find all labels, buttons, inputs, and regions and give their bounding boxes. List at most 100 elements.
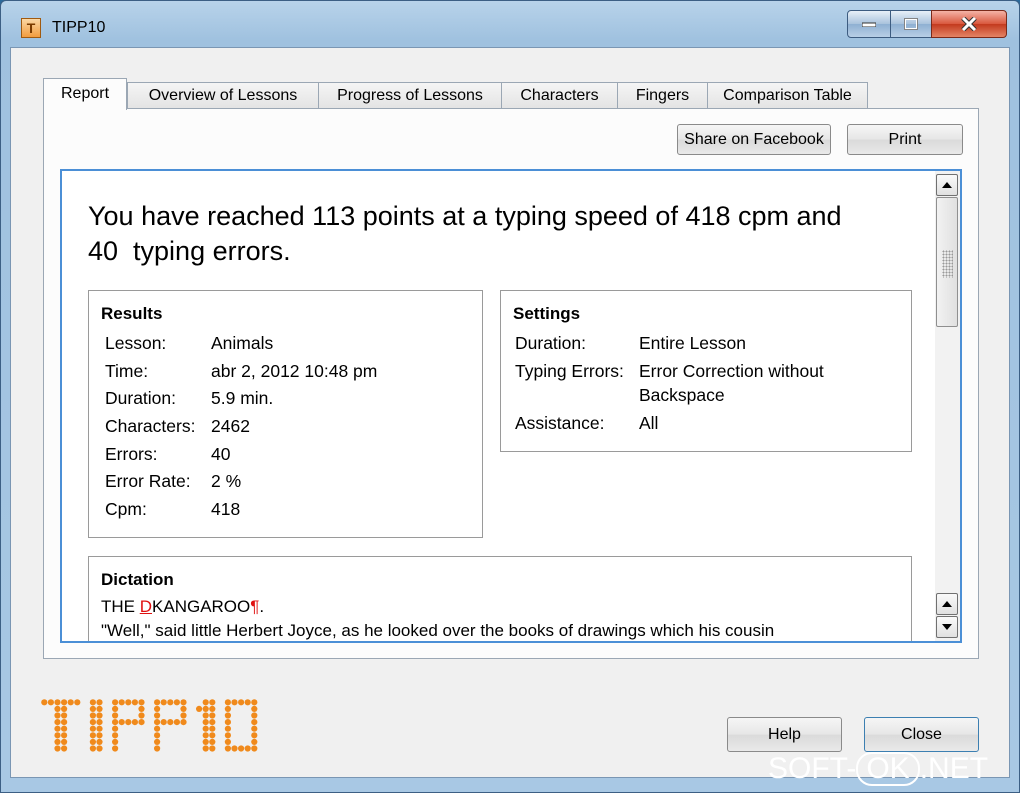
logo-dot (202, 719, 209, 726)
logo-dot (125, 719, 132, 726)
tab-progress-of-lessons[interactable]: Progress of Lessons (318, 82, 502, 109)
report-view[interactable]: You have reached 113 points at a typing … (60, 169, 962, 643)
logo-dot (251, 699, 258, 706)
scroll-thumb[interactable] (936, 197, 958, 327)
headline-line-1: You have reached 113 points at a typing … (88, 201, 842, 231)
close-window-button[interactable] (931, 10, 1007, 38)
logo-dot (209, 745, 216, 752)
dictation-text: KANGAROO (152, 597, 251, 616)
logo-dot (54, 732, 61, 739)
tipp10-logo (41, 699, 303, 760)
report-scrollbar[interactable] (935, 171, 960, 641)
logo-dot (112, 745, 119, 752)
print-button[interactable]: Print (847, 124, 963, 155)
logo-dot (61, 738, 68, 745)
scroll-up-button-lower[interactable] (936, 593, 958, 615)
logo-dot (138, 719, 145, 726)
logo-dot (251, 725, 258, 732)
logo-dot (118, 699, 125, 706)
tab-fingers[interactable]: Fingers (617, 82, 708, 109)
logo-dot (96, 738, 103, 745)
logo-dot (251, 705, 258, 712)
settings-label-assistance: Assistance: (515, 413, 605, 433)
results-label-cpm: Cpm: (105, 499, 147, 519)
headline-line-2: 40 typing errors. (88, 236, 291, 266)
dictation-error-char: D (139, 597, 153, 616)
dictation-box: Dictation THE DKANGAROO¶. "Well," said l… (88, 556, 912, 641)
logo-dot (89, 699, 96, 706)
help-button[interactable]: Help (727, 717, 842, 752)
scroll-down-button[interactable] (936, 616, 958, 638)
logo-dot (251, 732, 258, 739)
logo-dot (138, 699, 145, 706)
logo-dot (209, 725, 216, 732)
logo-dot (202, 732, 209, 739)
watermark: SOFT- OK .NET (768, 752, 988, 786)
dictation-line-2: "Well," said little Herbert Joyce, as he… (101, 621, 775, 640)
watermark-ok-badge: OK (856, 752, 920, 786)
logo-dot (251, 719, 258, 726)
logo-dot (54, 738, 61, 745)
logo-dot (138, 712, 145, 719)
dictation-text: THE (101, 597, 140, 616)
tab-report[interactable]: Report (43, 78, 127, 110)
logo-dot (224, 732, 231, 739)
logo-dot (238, 745, 245, 752)
logo-dot (154, 699, 161, 706)
results-value-cpm: 418 (211, 499, 241, 519)
settings-label-duration: Duration: (515, 333, 587, 353)
title-bar[interactable]: T TIPP10 (1, 1, 1019, 47)
logo-dot (112, 712, 119, 719)
tab-comparison-table[interactable]: Comparison Table (707, 82, 868, 109)
maximize-button[interactable] (890, 10, 932, 38)
dictation-title: Dictation (101, 570, 174, 589)
minimize-button[interactable] (847, 10, 891, 38)
settings-value-typing-errors: Error Correction without (639, 361, 824, 381)
logo-dot (180, 719, 187, 726)
logo-dot (173, 719, 180, 726)
logo-dot (167, 719, 174, 726)
logo-dot (89, 719, 96, 726)
app-window: T TIPP10 Report Overview of Lessons Prog… (0, 0, 1020, 793)
logo-dot (118, 719, 125, 726)
logo-dot (180, 699, 187, 706)
arrow-up-icon (942, 601, 952, 607)
logo-dot (202, 745, 209, 752)
logo-dot (96, 705, 103, 712)
results-box: Results Lesson: Animals Time: abr 2, 201… (88, 290, 483, 538)
logo-dot (74, 699, 81, 706)
results-label-duration: Duration: (105, 388, 177, 408)
results-label-error-rate: Error Rate: (105, 471, 191, 491)
share-on-facebook-button[interactable]: Share on Facebook (677, 124, 831, 155)
logo-dot (54, 725, 61, 732)
logo-dot (61, 719, 68, 726)
logo-dot (61, 745, 68, 752)
logo-dot (131, 699, 138, 706)
minimize-icon (862, 22, 876, 27)
logo-dot (202, 725, 209, 732)
logo-dot (173, 699, 180, 706)
logo-dot (96, 699, 103, 706)
logo-dot (61, 699, 68, 706)
settings-value-duration: Entire Lesson (639, 333, 747, 353)
logo-dot (167, 699, 174, 706)
results-value-duration: 5.9 min. (211, 388, 274, 408)
logo-dot (202, 738, 209, 745)
tab-characters[interactable]: Characters (501, 82, 618, 109)
logo-dot (112, 705, 119, 712)
logo-dot (154, 725, 161, 732)
close-button[interactable]: Close (864, 717, 979, 752)
logo-dot (89, 705, 96, 712)
results-value-lesson: Animals (211, 333, 274, 353)
logo-dot (131, 719, 138, 726)
results-value-characters: 2462 (211, 416, 250, 436)
tipp10-app-icon[interactable]: T (21, 18, 41, 38)
logo-dot (251, 745, 258, 752)
logo-dot (209, 705, 216, 712)
scroll-up-button[interactable] (936, 174, 958, 196)
logo-dot (154, 738, 161, 745)
logo-dot (244, 745, 251, 752)
tab-overview-of-lessons[interactable]: Overview of Lessons (127, 82, 319, 109)
arrow-up-icon (942, 182, 952, 188)
grip-icon (942, 250, 953, 278)
